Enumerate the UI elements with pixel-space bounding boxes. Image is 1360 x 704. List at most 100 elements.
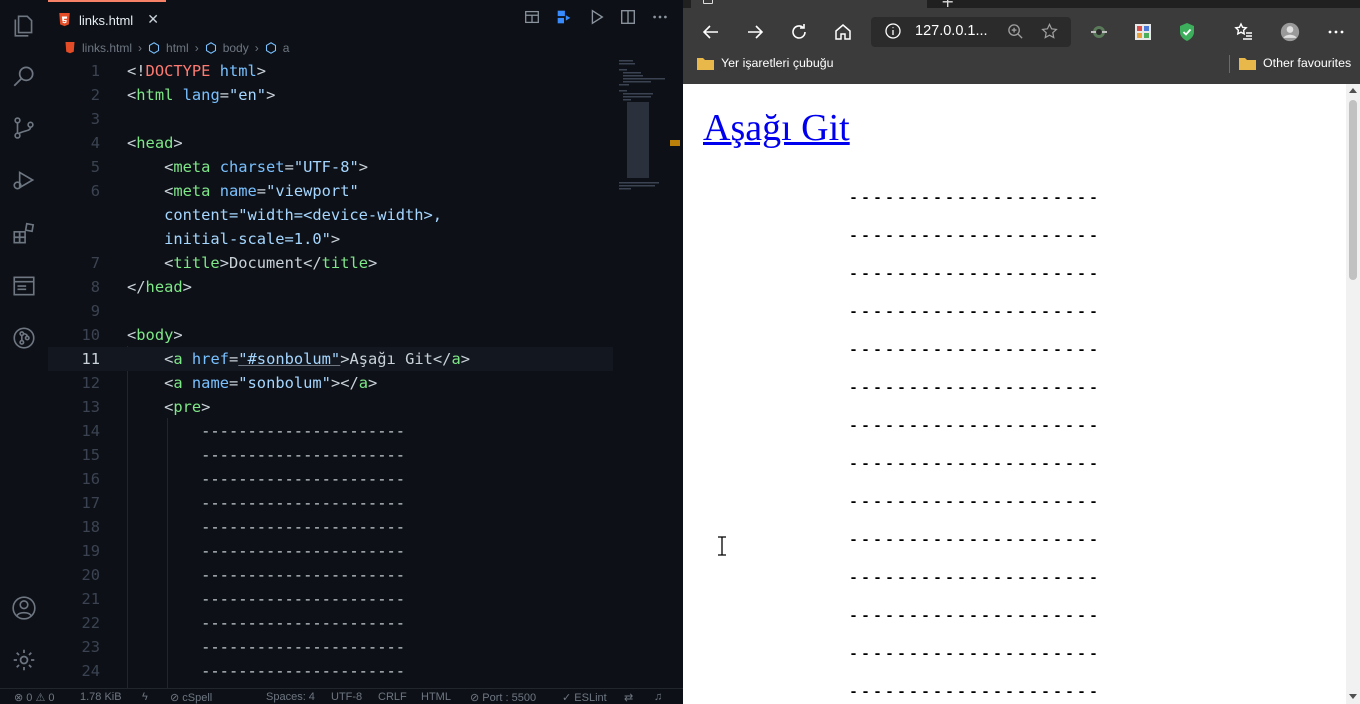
editor-tabs-bar: links.html ✕ <box>48 0 683 38</box>
refresh-icon <box>792 24 806 39</box>
code-line[interactable]: 10 <body> <box>48 323 613 347</box>
bookmarks-bar: Yer işaretleri çubuğu Other favourites <box>683 53 1360 77</box>
run-debug-icon[interactable] <box>10 166 38 194</box>
tab-close-icon[interactable]: ✕ <box>147 12 159 28</box>
dash-line: --------------------- <box>849 266 1102 283</box>
code-line[interactable]: 9 <box>48 299 613 323</box>
code-line[interactable]: content="width=<device-width>, <box>48 203 613 227</box>
problems-status[interactable]: ⊗ 0 ⚠ 0 <box>14 691 55 704</box>
code-line[interactable]: 19 ---------------------- <box>48 539 613 563</box>
feedback-icon[interactable]: ⇄ <box>624 691 633 704</box>
url-text[interactable]: 127.0.0.1... <box>915 23 988 39</box>
asagi-git-link[interactable]: Aşağı Git <box>703 106 850 150</box>
refresh-button[interactable] <box>785 18 813 46</box>
address-bar[interactable]: 127.0.0.1... <box>871 17 1071 47</box>
code-line[interactable]: 22 ---------------------- <box>48 611 613 635</box>
code-line[interactable]: 23 ---------------------- <box>48 635 613 659</box>
code-line[interactable]: 12 <a name="sonbolum"></a> <box>48 371 613 395</box>
code-line[interactable]: 13 <pre> <box>48 395 613 419</box>
code-line[interactable]: 7 <title>Document</title> <box>48 251 613 275</box>
profile-button[interactable] <box>1276 18 1304 46</box>
split-editor-icon[interactable] <box>619 8 637 26</box>
breadcrumb-html[interactable]: html <box>166 41 189 55</box>
remote-explorer-icon[interactable] <box>10 272 38 300</box>
code-line[interactable]: 1 <!DOCTYPE html> <box>48 59 613 83</box>
dash-line: --------------------- <box>849 228 1102 245</box>
code-line[interactable]: 6 <meta name="viewport" <box>48 179 613 203</box>
code-line[interactable]: 3 <box>48 107 613 131</box>
encoding-status[interactable]: UTF-8 <box>331 691 362 703</box>
code-line[interactable]: 5 <meta charset="UTF-8"> <box>48 155 613 179</box>
breadcrumb-a[interactable]: a <box>283 41 290 55</box>
manage-gear-icon[interactable] <box>10 646 38 674</box>
file-size-status[interactable]: 1.78 KiB <box>80 691 122 703</box>
scroll-up-arrow[interactable] <box>1349 88 1357 93</box>
home-button[interactable] <box>829 18 857 46</box>
lightning-icon[interactable]: ϟ <box>142 691 148 703</box>
extension-button[interactable] <box>1129 18 1157 46</box>
code-line[interactable]: 16 ---------------------- <box>48 467 613 491</box>
gitlens-icon[interactable] <box>10 324 38 352</box>
browser-window: ✕ + 127.0.0.1... <box>683 0 1360 704</box>
scrollbar-marker <box>670 140 680 146</box>
code-line[interactable]: 14 ---------------------- <box>48 419 613 443</box>
notifications-bell-icon[interactable]: ♫ <box>654 691 662 703</box>
scroll-down-arrow[interactable] <box>1349 694 1357 699</box>
extension-button[interactable] <box>1085 18 1113 46</box>
code-line[interactable]: initial-scale=1.0"> <box>48 227 613 251</box>
code-line[interactable]: 21 ---------------------- <box>48 587 613 611</box>
indentation-status[interactable]: Spaces: 4 <box>266 691 315 703</box>
favorites-button[interactable] <box>1230 18 1258 46</box>
code-editor[interactable]: 1 <!DOCTYPE html> 2 <html lang="en"> 3 4 <h… <box>48 58 613 688</box>
source-control-icon[interactable] <box>10 114 38 142</box>
code-line-active[interactable]: 11 <a href="#sonbolum">Aşağı Git</a> <box>48 347 613 371</box>
favorite-star-icon[interactable] <box>1041 23 1058 40</box>
document-icon <box>703 0 713 4</box>
zoom-icon[interactable] <box>1007 23 1024 40</box>
open-changes-icon[interactable] <box>523 8 541 26</box>
extension-button[interactable] <box>1173 18 1201 46</box>
live-server-port-status[interactable]: ⊘ Port : 5500 <box>470 691 536 704</box>
code-line[interactable]: 20 ---------------------- <box>48 563 613 587</box>
search-icon[interactable] <box>10 62 38 90</box>
code-line[interactable]: 24 ---------------------- <box>48 659 613 683</box>
language-status[interactable]: HTML <box>421 691 451 703</box>
page-viewport[interactable]: Aşağı Git --------------------- --------… <box>683 84 1360 704</box>
eslint-status[interactable]: ✓ ESLint <box>562 691 607 704</box>
close-tab-icon[interactable]: ✕ <box>911 0 923 2</box>
vertical-scrollbar[interactable] <box>1346 84 1360 704</box>
code-line[interactable]: 15 ---------------------- <box>48 443 613 467</box>
code-line[interactable]: 4 <head> <box>48 131 613 155</box>
dash-line: --------------------- <box>849 570 1102 587</box>
bookmarks-folder[interactable]: Yer işaretleri çubuğu <box>697 56 834 70</box>
dash-line: --------------------- <box>849 608 1102 625</box>
code-line[interactable]: 17 ---------------------- <box>48 491 613 515</box>
new-tab-icon[interactable]: + <box>941 0 954 11</box>
extensions-icon[interactable] <box>10 220 38 248</box>
cspell-status[interactable]: ⊘ cSpell <box>170 691 212 704</box>
go-live-preview-icon[interactable] <box>555 8 573 26</box>
code-line[interactable]: 2 <html lang="en"> <box>48 83 613 107</box>
account-icon[interactable] <box>10 594 38 622</box>
code-line[interactable]: 8 </head> <box>48 275 613 299</box>
run-icon[interactable] <box>587 8 605 26</box>
site-info-icon[interactable] <box>885 23 901 39</box>
breadcrumb-body[interactable]: body <box>223 41 249 55</box>
browser-tab-document[interactable]: ✕ <box>691 0 927 8</box>
breadcrumb-file[interactable]: links.html <box>82 41 132 55</box>
other-favourites-folder[interactable]: Other favourites <box>1239 56 1351 70</box>
explorer-icon[interactable] <box>10 12 38 40</box>
dash-line: --------------------- <box>849 456 1102 473</box>
navigation-bar: 127.0.0.1... <box>683 14 1360 50</box>
back-button[interactable] <box>697 18 725 46</box>
scrollbar-thumb[interactable] <box>1349 100 1357 280</box>
tab-links-html[interactable]: links.html ✕ <box>48 0 166 38</box>
eol-status[interactable]: CRLF <box>378 691 407 703</box>
element-icon <box>148 42 160 54</box>
more-actions-icon[interactable] <box>651 8 669 26</box>
settings-more-button[interactable] <box>1322 18 1350 46</box>
code-line[interactable]: 18 ---------------------- <box>48 515 613 539</box>
minimap[interactable] <box>613 58 673 198</box>
forward-button[interactable] <box>741 18 769 46</box>
more-dots-icon <box>1328 30 1344 34</box>
